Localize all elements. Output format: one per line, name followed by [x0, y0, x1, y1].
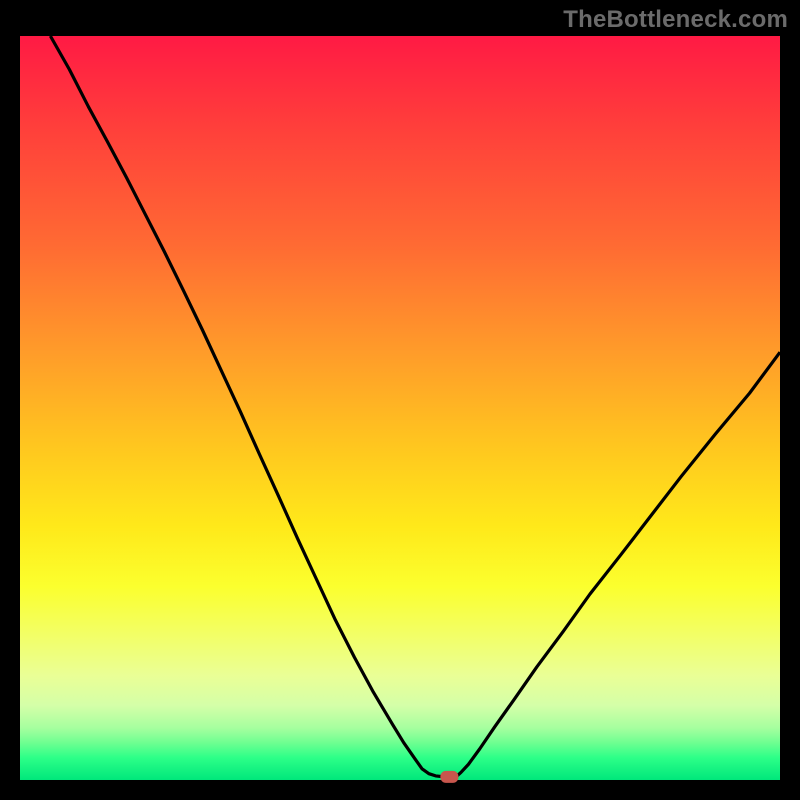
chart-svg — [20, 36, 780, 780]
optimal-marker — [441, 771, 458, 782]
chart-frame: TheBottleneck.com — [0, 0, 800, 800]
watermark-text: TheBottleneck.com — [563, 6, 788, 34]
bottleneck-curve — [50, 36, 780, 777]
plot-area — [20, 36, 780, 780]
